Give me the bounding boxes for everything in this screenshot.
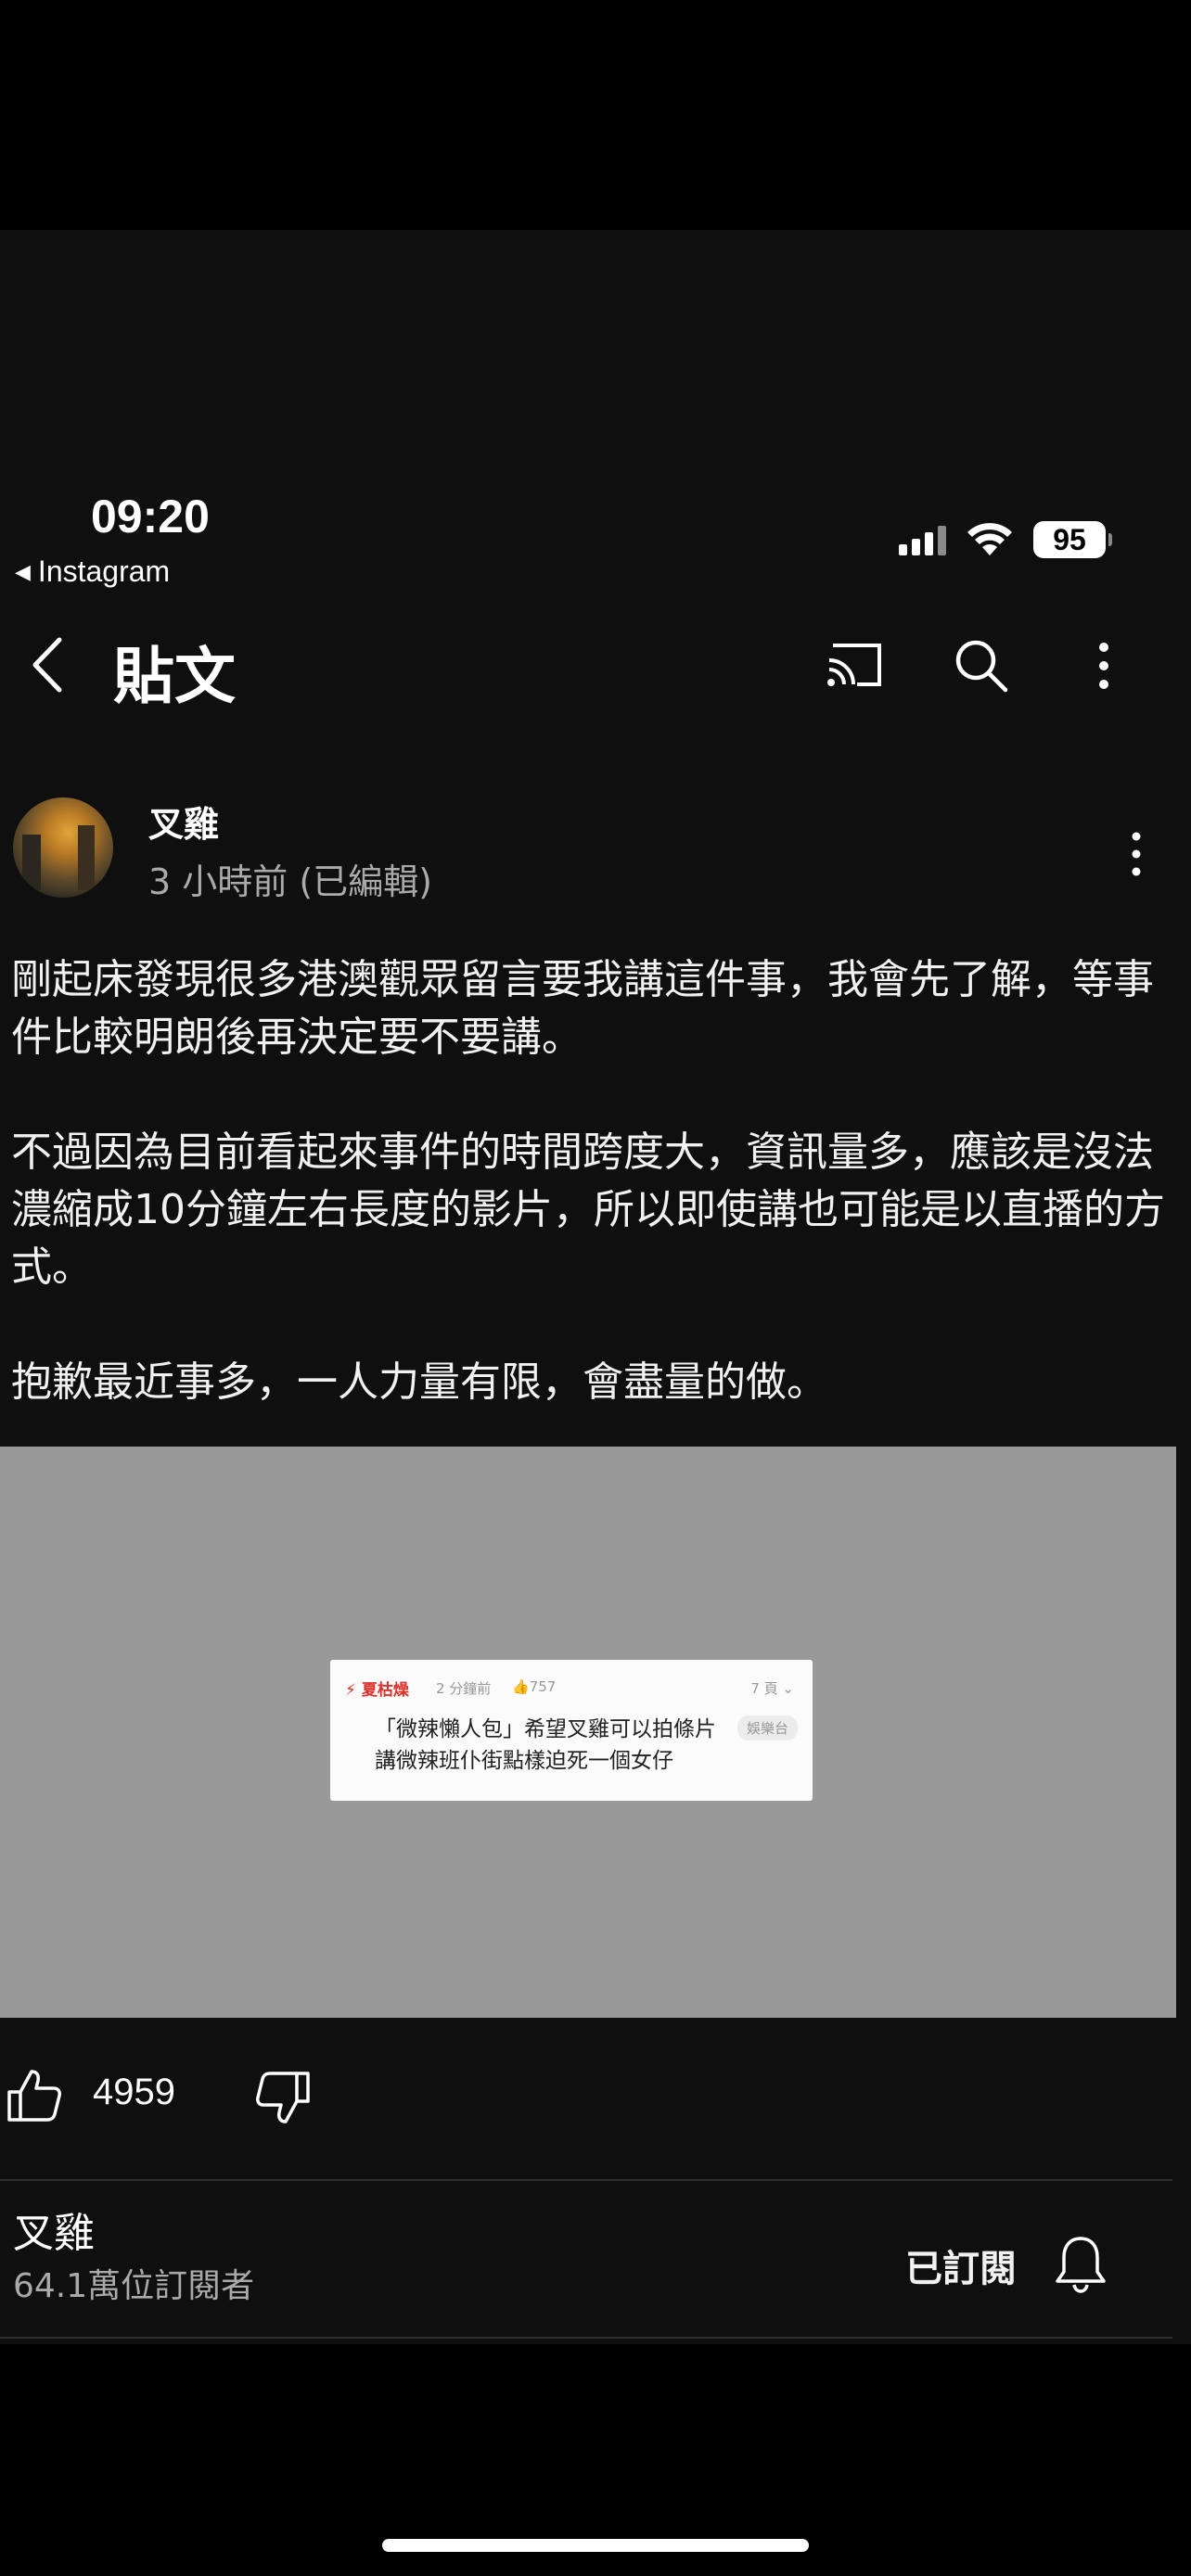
subscriber-count: 64.1萬位訂閱者 [13,2267,255,2305]
post-paragraph: 剛起床發現很多港澳觀眾留言要我講這件事，我會先了解，等事件比較明朗後再決定要不要… [11,956,1154,1061]
post-paragraph: 不過因為目前看起來事件的時間跨度大，資訊量多，應該是沒法濃縮成10分鐘左右長度的… [11,1129,1165,1291]
top-app-bar: 貼文 [0,612,1191,714]
post-timestamp: 3 小時前 (已編輯) [148,861,432,902]
thread-title: 「微辣懶人包」希望叉雞可以拍條片講微辣班仆街點樣迫死一個女仔 [375,1717,716,1773]
cellular-signal-icon [899,524,946,555]
post-author-name[interactable]: 叉雞 [148,796,219,847]
channel-name[interactable]: 叉雞 [13,2200,95,2259]
notification-bell-icon[interactable] [1052,2233,1109,2294]
thread-pages: 7 頁 ⌄ [750,1680,794,1697]
status-time: 09:20 [91,491,210,542]
like-count: 4959 [93,2072,175,2112]
page-title: 貼文 [113,641,236,712]
status-indicators: 95 [899,521,1112,558]
home-indicator[interactable] [382,2539,809,2552]
channel-avatar[interactable] [13,797,113,898]
forum-thread-screenshot: ⚡ 夏枯燥 2 分鐘前 👍757 7 頁 ⌄ 「微辣懶人包」希望叉雞可以拍條片講… [330,1660,813,1801]
post-image[interactable]: ⚡ 夏枯燥 2 分鐘前 👍757 7 頁 ⌄ 「微辣懶人包」希望叉雞可以拍條片講… [0,1447,1176,2018]
back-triangle-icon: ◀ [15,559,31,583]
post-paragraph: 抱歉最近事多，一人力量有限，會盡量的做。 [11,1358,827,1406]
thread-author: ⚡ 夏枯燥 [345,1681,409,1700]
subscribed-button[interactable]: 已訂閱 [905,2238,1017,2292]
thread-likes: 👍757 [512,1678,557,1695]
divider [0,2179,1172,2181]
back-app-label: Instagram [37,555,171,588]
post-menu-icon[interactable] [1122,831,1150,877]
cast-icon[interactable] [826,638,885,690]
divider [0,2337,1172,2339]
thread-time: 2 分鐘前 [436,1680,492,1697]
post-text: 剛起床發現很多港澳觀眾留言要我講這件事，我會先了解，等事件比較明朗後再決定要不要… [11,951,1171,1411]
dislike-icon[interactable] [254,2070,312,2127]
battery-indicator: 95 [1033,521,1112,558]
back-arrow-icon[interactable] [22,632,78,697]
like-icon[interactable] [6,2066,63,2123]
more-options-icon[interactable] [1089,640,1119,692]
back-to-app-link[interactable]: ◀ Instagram [15,555,170,589]
wifi-icon [967,523,1012,555]
thread-category-tag: 娛樂台 [736,1715,798,1741]
search-icon[interactable] [952,636,1009,694]
